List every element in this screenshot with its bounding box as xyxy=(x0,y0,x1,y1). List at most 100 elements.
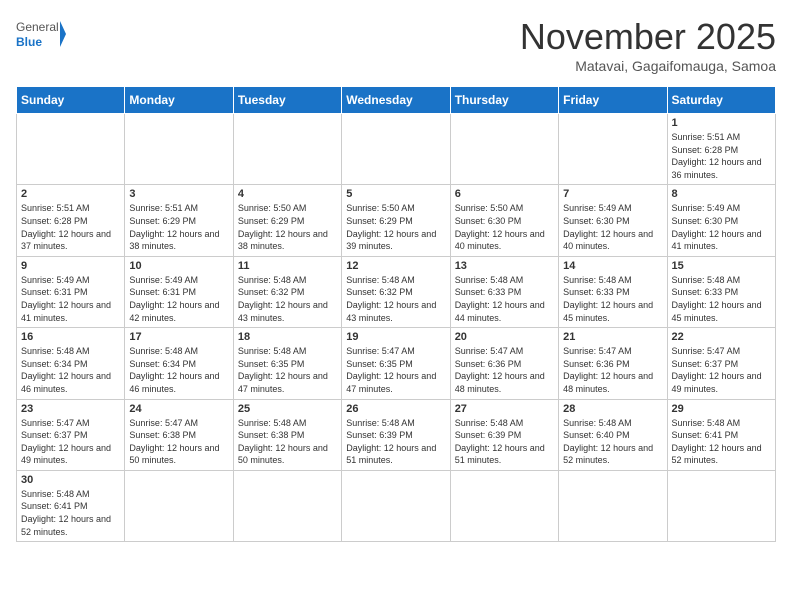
day-info: Sunrise: 5:48 AM Sunset: 6:32 PM Dayligh… xyxy=(346,274,445,324)
day-number: 27 xyxy=(455,403,554,415)
day-cell: 9 Sunrise: 5:49 AM Sunset: 6:31 PM Daylig… xyxy=(17,256,125,327)
day-info: Sunrise: 5:50 AM Sunset: 6:29 PM Dayligh… xyxy=(346,202,445,252)
day-cell: 19 Sunrise: 5:47 AM Sunset: 6:35 PM Dayli… xyxy=(342,328,450,399)
header-sunday: Sunday xyxy=(17,87,125,114)
day-cell: 24Sunrise: 5:47 AM Sunset: 6:38 PM Dayli… xyxy=(125,399,233,470)
day-number: 4 xyxy=(238,188,337,200)
day-number: 21 xyxy=(563,331,662,343)
header-wednesday: Wednesday xyxy=(342,87,450,114)
day-number: 18 xyxy=(238,331,337,343)
location-subtitle: Matavai, Gagaifomauga, Samoa xyxy=(520,58,776,74)
header-saturday: Saturday xyxy=(667,87,775,114)
day-number: 13 xyxy=(455,260,554,272)
day-cell xyxy=(17,114,125,185)
day-info: Sunrise: 5:48 AM Sunset: 6:41 PM Dayligh… xyxy=(672,417,771,467)
day-info: Sunrise: 5:48 AM Sunset: 6:39 PM Dayligh… xyxy=(455,417,554,467)
header-tuesday: Tuesday xyxy=(233,87,341,114)
header-friday: Friday xyxy=(559,87,667,114)
day-info: Sunrise: 5:49 AM Sunset: 6:30 PM Dayligh… xyxy=(563,202,662,252)
day-info: Sunrise: 5:48 AM Sunset: 6:34 PM Dayligh… xyxy=(21,345,120,395)
day-info: Sunrise: 5:48 AM Sunset: 6:41 PM Dayligh… xyxy=(21,488,120,538)
day-info: Sunrise: 5:51 AM Sunset: 6:28 PM Dayligh… xyxy=(21,202,120,252)
day-cell: 16 Sunrise: 5:48 AM Sunset: 6:34 PM Dayli… xyxy=(17,328,125,399)
day-number: 16 xyxy=(21,331,120,343)
day-number: 30 xyxy=(21,474,120,486)
day-number: 23 xyxy=(21,403,120,415)
svg-text:General: General xyxy=(16,20,59,34)
day-cell: 15Sunrise: 5:48 AM Sunset: 6:33 PM Dayli… xyxy=(667,256,775,327)
week-row-1: 1 Sunrise: 5:51 AM Sunset: 6:28 PM Daylig… xyxy=(17,114,776,185)
day-number: 22 xyxy=(672,331,771,343)
week-row-6: 30 Sunrise: 5:48 AM Sunset: 6:41 PM Dayli… xyxy=(17,470,776,541)
day-info: Sunrise: 5:48 AM Sunset: 6:32 PM Dayligh… xyxy=(238,274,337,324)
week-row-2: 2 Sunrise: 5:51 AM Sunset: 6:28 PM Daylig… xyxy=(17,185,776,256)
day-info: Sunrise: 5:49 AM Sunset: 6:31 PM Dayligh… xyxy=(129,274,228,324)
day-number: 19 xyxy=(346,331,445,343)
day-info: Sunrise: 5:48 AM Sunset: 6:39 PM Dayligh… xyxy=(346,417,445,467)
day-cell: 14Sunrise: 5:48 AM Sunset: 6:33 PM Dayli… xyxy=(559,256,667,327)
day-number: 29 xyxy=(672,403,771,415)
day-cell xyxy=(342,114,450,185)
day-info: Sunrise: 5:47 AM Sunset: 6:35 PM Dayligh… xyxy=(346,345,445,395)
day-cell: 6 Sunrise: 5:50 AM Sunset: 6:30 PM Daylig… xyxy=(450,185,558,256)
day-number: 9 xyxy=(21,260,120,272)
header: General Blue November 2025 Matavai, Gaga… xyxy=(16,16,776,74)
logo-svg: General Blue xyxy=(16,16,66,56)
day-cell: 26 Sunrise: 5:48 AM Sunset: 6:39 PM Dayli… xyxy=(342,399,450,470)
day-info: Sunrise: 5:49 AM Sunset: 6:30 PM Dayligh… xyxy=(672,202,771,252)
day-cell xyxy=(342,470,450,541)
day-cell xyxy=(450,470,558,541)
day-cell: 13Sunrise: 5:48 AM Sunset: 6:33 PM Dayli… xyxy=(450,256,558,327)
day-number: 1 xyxy=(672,117,771,129)
day-number: 10 xyxy=(129,260,228,272)
day-info: Sunrise: 5:50 AM Sunset: 6:30 PM Dayligh… xyxy=(455,202,554,252)
week-row-3: 9 Sunrise: 5:49 AM Sunset: 6:31 PM Daylig… xyxy=(17,256,776,327)
day-info: Sunrise: 5:48 AM Sunset: 6:38 PM Dayligh… xyxy=(238,417,337,467)
logo: General Blue xyxy=(16,16,66,56)
day-cell: 30 Sunrise: 5:48 AM Sunset: 6:41 PM Dayli… xyxy=(17,470,125,541)
day-number: 3 xyxy=(129,188,228,200)
day-info: Sunrise: 5:48 AM Sunset: 6:40 PM Dayligh… xyxy=(563,417,662,467)
day-cell: 28 Sunrise: 5:48 AM Sunset: 6:40 PM Dayli… xyxy=(559,399,667,470)
day-info: Sunrise: 5:48 AM Sunset: 6:33 PM Dayligh… xyxy=(563,274,662,324)
day-cell: 11Sunrise: 5:48 AM Sunset: 6:32 PM Dayli… xyxy=(233,256,341,327)
day-cell: 27 Sunrise: 5:48 AM Sunset: 6:39 PM Dayli… xyxy=(450,399,558,470)
day-info: Sunrise: 5:50 AM Sunset: 6:29 PM Dayligh… xyxy=(238,202,337,252)
title-area: November 2025 Matavai, Gagaifomauga, Sam… xyxy=(520,16,776,74)
day-number: 8 xyxy=(672,188,771,200)
day-cell xyxy=(233,114,341,185)
day-cell: 10 Sunrise: 5:49 AM Sunset: 6:31 PM Dayli… xyxy=(125,256,233,327)
day-number: 24 xyxy=(129,403,228,415)
day-info: Sunrise: 5:51 AM Sunset: 6:29 PM Dayligh… xyxy=(129,202,228,252)
week-row-5: 23Sunrise: 5:47 AM Sunset: 6:37 PM Dayli… xyxy=(17,399,776,470)
day-cell: 23Sunrise: 5:47 AM Sunset: 6:37 PM Dayli… xyxy=(17,399,125,470)
day-cell: 12 Sunrise: 5:48 AM Sunset: 6:32 PM Dayli… xyxy=(342,256,450,327)
day-info: Sunrise: 5:51 AM Sunset: 6:28 PM Dayligh… xyxy=(672,131,771,181)
day-number: 12 xyxy=(346,260,445,272)
day-number: 7 xyxy=(563,188,662,200)
day-number: 26 xyxy=(346,403,445,415)
day-cell: 7 Sunrise: 5:49 AM Sunset: 6:30 PM Daylig… xyxy=(559,185,667,256)
calendar-header: SundayMondayTuesdayWednesdayThursdayFrid… xyxy=(17,87,776,114)
day-info: Sunrise: 5:49 AM Sunset: 6:31 PM Dayligh… xyxy=(21,274,120,324)
day-cell xyxy=(559,114,667,185)
day-cell xyxy=(450,114,558,185)
day-cell: 25Sunrise: 5:48 AM Sunset: 6:38 PM Dayli… xyxy=(233,399,341,470)
day-info: Sunrise: 5:47 AM Sunset: 6:36 PM Dayligh… xyxy=(455,345,554,395)
day-number: 2 xyxy=(21,188,120,200)
day-number: 17 xyxy=(129,331,228,343)
month-title: November 2025 xyxy=(520,16,776,58)
day-cell xyxy=(667,470,775,541)
day-cell: 2 Sunrise: 5:51 AM Sunset: 6:28 PM Daylig… xyxy=(17,185,125,256)
svg-text:Blue: Blue xyxy=(16,35,42,49)
week-row-4: 16 Sunrise: 5:48 AM Sunset: 6:34 PM Dayli… xyxy=(17,328,776,399)
header-thursday: Thursday xyxy=(450,87,558,114)
day-number: 6 xyxy=(455,188,554,200)
day-cell xyxy=(125,114,233,185)
day-cell: 18Sunrise: 5:48 AM Sunset: 6:35 PM Dayli… xyxy=(233,328,341,399)
calendar-table: SundayMondayTuesdayWednesdayThursdayFrid… xyxy=(16,86,776,542)
day-number: 28 xyxy=(563,403,662,415)
day-cell: 4 Sunrise: 5:50 AM Sunset: 6:29 PM Daylig… xyxy=(233,185,341,256)
day-cell: 5Sunrise: 5:50 AM Sunset: 6:29 PM Daylig… xyxy=(342,185,450,256)
header-monday: Monday xyxy=(125,87,233,114)
